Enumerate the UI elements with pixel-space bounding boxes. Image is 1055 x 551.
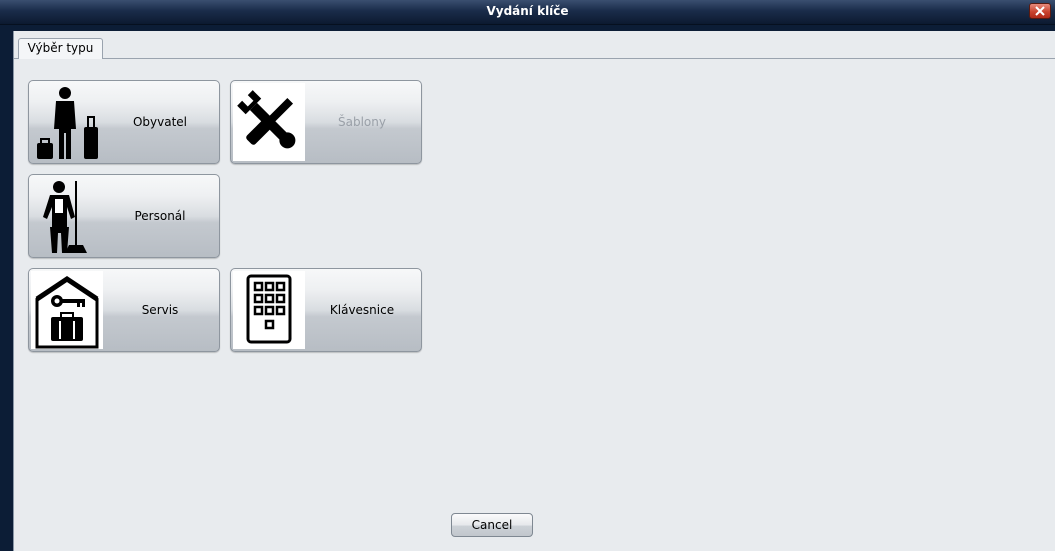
tab-type-selection[interactable]: Výběr typu <box>18 38 103 59</box>
resident-button[interactable]: Obyvatel <box>28 80 220 164</box>
cleaning-staff-icon <box>31 177 103 255</box>
keypad-label: Klávesnice <box>329 303 395 317</box>
traveler-luggage-icon <box>31 83 103 161</box>
house-key-toolbox-icon <box>31 271 103 349</box>
dialog-content: Výběr typu Obyvatel Šablony Personál Ser… <box>13 31 1055 551</box>
dialog-footer: Cancel <box>14 501 1055 551</box>
resident-label: Obyvatel <box>132 115 188 129</box>
wrench-screwdriver-icon <box>233 83 305 161</box>
close-button[interactable] <box>1029 3 1051 19</box>
close-icon <box>1035 6 1045 16</box>
service-button[interactable]: Servis <box>28 268 220 352</box>
window-title: Vydání klíče <box>486 4 569 18</box>
templates-label: Šablony <box>338 115 386 129</box>
staff-label: Personál <box>134 209 186 223</box>
service-label: Servis <box>141 303 179 317</box>
keypad-button[interactable]: Klávesnice <box>230 268 422 352</box>
tab-panel: Obyvatel Šablony Personál Servis Klávesn… <box>14 58 1055 502</box>
templates-button[interactable]: Šablony <box>230 80 422 164</box>
cancel-button[interactable]: Cancel <box>451 513 533 537</box>
staff-button[interactable]: Personál <box>28 174 220 258</box>
keypad-icon <box>233 271 305 349</box>
title-bar[interactable]: Vydání klíče <box>0 0 1055 25</box>
dialog-window: Vydání klíče Výběr typu Obyvatel Šablony… <box>0 0 1055 551</box>
